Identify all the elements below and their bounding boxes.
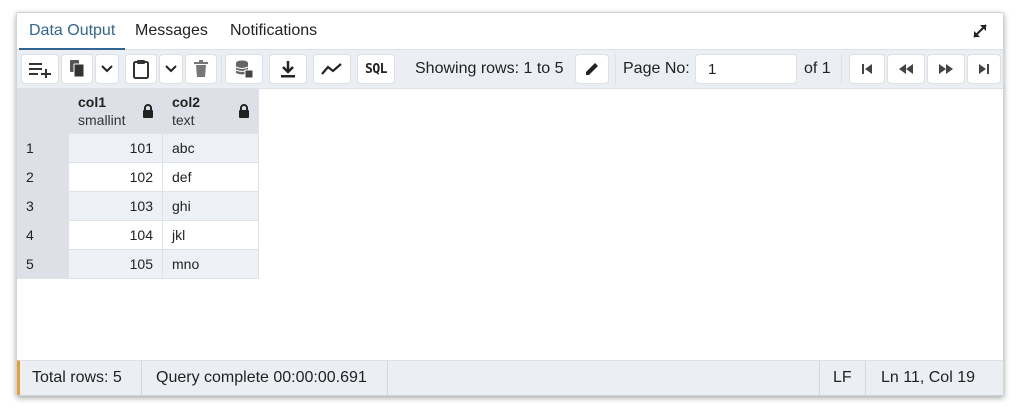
paste-icon <box>133 60 149 79</box>
showing-rows-text: Showing rows: 1 to 5 <box>415 60 564 77</box>
row-number[interactable]: 2 <box>17 163 69 192</box>
status-divider <box>819 361 820 395</box>
delete-icon <box>194 60 208 77</box>
column-header-col1[interactable]: col1 smallint <box>69 88 163 134</box>
chevron-down-icon <box>165 65 177 73</box>
query-status-text: Query complete 00:00:00.691 <box>156 369 367 386</box>
save-data-button[interactable] <box>225 54 263 84</box>
row-number[interactable]: 5 <box>17 250 69 279</box>
copy-options-button[interactable] <box>95 54 119 84</box>
next-page-icon <box>939 64 953 74</box>
toolbar-divider <box>615 54 616 84</box>
status-divider <box>141 361 142 395</box>
status-bar: Total rows: 5 Query complete 00:00:00.69… <box>17 360 1003 395</box>
page-number-input[interactable] <box>695 54 797 84</box>
paste-button[interactable] <box>125 54 157 84</box>
page-count-text: of 1 <box>804 60 831 77</box>
chevron-down-icon <box>101 65 113 73</box>
toolbar-divider <box>841 54 842 84</box>
column-type: text <box>172 112 195 128</box>
select-all-corner[interactable] <box>17 88 69 134</box>
last-page-button[interactable] <box>967 54 1001 84</box>
tab-messages[interactable]: Messages <box>133 13 210 49</box>
status-divider <box>387 361 388 395</box>
first-page-button[interactable] <box>849 54 885 84</box>
previous-page-icon <box>899 64 913 74</box>
save-data-icon <box>235 60 254 79</box>
status-divider <box>865 361 866 395</box>
tab-data-output[interactable]: Data Output <box>18 13 126 50</box>
table-cell-col2[interactable]: ghi <box>163 192 259 221</box>
first-page-icon <box>862 64 872 74</box>
edit-rows-button[interactable] <box>575 54 609 84</box>
table-cell-col2[interactable]: mno <box>163 250 259 279</box>
tab-bar: Data Output Messages Notifications <box>17 13 1003 50</box>
delete-button[interactable] <box>185 54 217 84</box>
table-cell-col2[interactable]: jkl <box>163 221 259 250</box>
column-name: col1 <box>78 94 107 110</box>
graph-visualiser-button[interactable] <box>313 54 351 84</box>
sql-icon: SQL <box>365 61 387 77</box>
table-cell-col2[interactable]: def <box>163 163 259 192</box>
lock-icon <box>239 104 249 118</box>
toolbar-divider <box>221 54 222 84</box>
last-page-icon <box>979 64 989 74</box>
row-number[interactable]: 4 <box>17 221 69 250</box>
download-icon <box>281 61 295 78</box>
column-name: col2 <box>172 94 201 110</box>
table-cell-col2[interactable]: abc <box>163 134 259 163</box>
paste-options-button[interactable] <box>159 54 183 84</box>
table-cell-col1[interactable]: 101 <box>69 134 163 163</box>
line-ending-text: LF <box>833 369 852 386</box>
table-cell-col1[interactable]: 102 <box>69 163 163 192</box>
total-rows-text: Total rows: 5 <box>32 369 122 386</box>
next-page-button[interactable] <box>927 54 965 84</box>
add-row-icon <box>29 63 51 78</box>
table-cell-col1[interactable]: 103 <box>69 192 163 221</box>
toolbar: SQL Showing rows: 1 to 5 Page No: of 1 <box>17 50 1003 89</box>
column-type: smallint <box>78 112 126 128</box>
table-cell-col1[interactable]: 105 <box>69 250 163 279</box>
sql-button[interactable]: SQL <box>357 54 395 84</box>
download-button[interactable] <box>269 54 307 84</box>
graph-icon <box>321 63 342 75</box>
column-header-col2[interactable]: col2 text <box>163 88 259 134</box>
expand-icon[interactable] <box>971 22 989 40</box>
query-result-panel: Data Output Messages Notifications SQL S… <box>16 12 1004 396</box>
row-number[interactable]: 3 <box>17 192 69 221</box>
copy-button[interactable] <box>61 54 93 84</box>
tab-notifications[interactable]: Notifications <box>228 13 319 49</box>
add-row-button[interactable] <box>21 54 59 84</box>
previous-page-button[interactable] <box>887 54 925 84</box>
lock-icon <box>143 104 153 118</box>
copy-icon <box>70 60 85 78</box>
cursor-position-text: Ln 11, Col 19 <box>881 369 975 386</box>
table-cell-col1[interactable]: 104 <box>69 221 163 250</box>
page-no-label: Page No: <box>623 60 690 77</box>
edit-icon <box>586 63 598 75</box>
row-number[interactable]: 1 <box>17 134 69 163</box>
